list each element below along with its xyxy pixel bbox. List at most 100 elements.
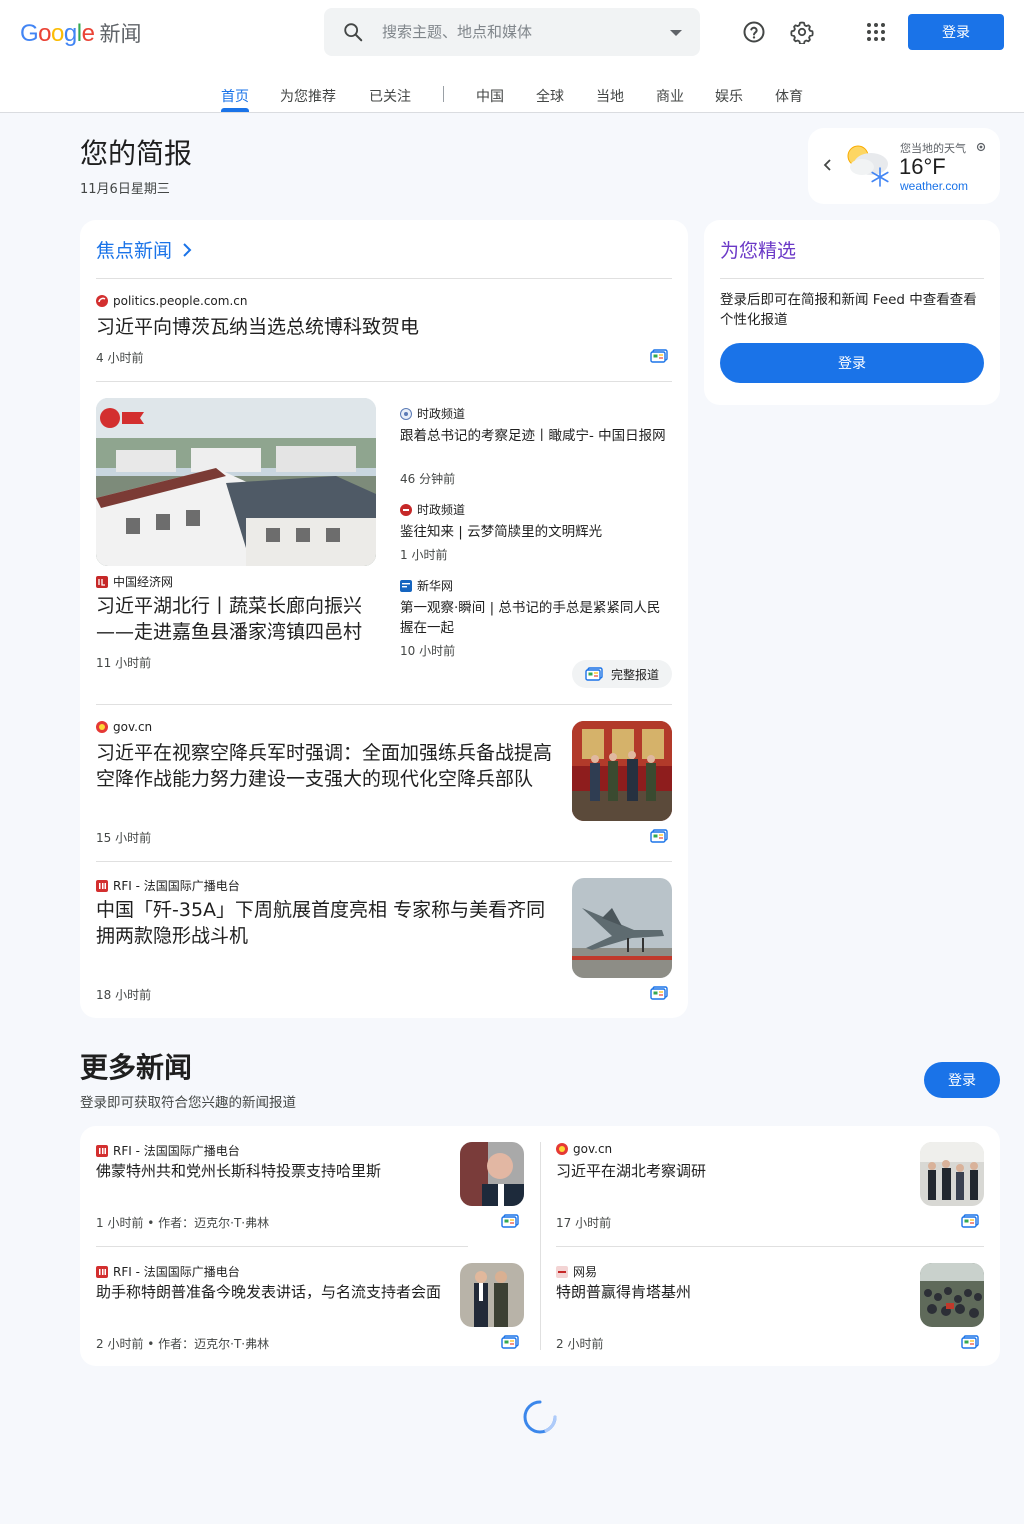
tab-business[interactable]: 商业 bbox=[656, 86, 684, 106]
source-name: 网易 bbox=[573, 1265, 598, 1279]
weather-source-link[interactable]: weather.com bbox=[900, 179, 968, 193]
full-coverage-icon[interactable] bbox=[650, 986, 668, 1000]
column-divider bbox=[540, 1142, 541, 1350]
logo-sub-label: 新闻 bbox=[99, 22, 142, 46]
cctv-red-logo-icon bbox=[400, 503, 412, 516]
article-source: politics.people.com.cn bbox=[96, 294, 247, 308]
picks-sign-in-button[interactable]: 登录 bbox=[720, 343, 984, 383]
article-time: 1 小时前 • 作者：迈克尔·T·弗林 bbox=[96, 1216, 270, 1230]
article-time: 18 小时前 bbox=[96, 988, 152, 1002]
more-news-sign-in-button[interactable]: 登录 bbox=[924, 1062, 1000, 1098]
picks-title: 为您精选 bbox=[720, 240, 797, 262]
tab-separator bbox=[443, 86, 444, 102]
search-dropdown-icon[interactable] bbox=[670, 30, 682, 36]
article-image[interactable] bbox=[572, 878, 672, 978]
article-headline[interactable]: 习近平湖北行丨蔬菜长廊向振兴——走进嘉鱼县潘家湾镇四邑村 bbox=[96, 593, 380, 645]
article-source: gov.cn bbox=[556, 1142, 612, 1156]
article-time: 15 小时前 bbox=[96, 831, 152, 845]
article-headline[interactable]: 特朗普赢得肯塔基州 bbox=[556, 1282, 906, 1302]
full-coverage-icon[interactable] bbox=[961, 1214, 979, 1228]
full-coverage-icon[interactable] bbox=[961, 1335, 979, 1349]
logo-wordmark: Google bbox=[20, 20, 95, 47]
article-source: 网易 bbox=[556, 1263, 597, 1280]
article-image[interactable] bbox=[572, 721, 672, 821]
divider bbox=[96, 704, 672, 705]
source-name: RFI - 法国国际广播电台 bbox=[113, 1144, 240, 1158]
full-coverage-button[interactable]: 完整报道 bbox=[572, 660, 672, 688]
more-news-subtitle: 登录即可获取符合您兴趣的新闻报道 bbox=[80, 1095, 296, 1111]
settings-icon[interactable] bbox=[790, 20, 814, 44]
article-image[interactable] bbox=[96, 398, 376, 566]
article-headline[interactable]: 第一观察·瞬间 | 总书记的手总是紧紧同人民握在一起 bbox=[400, 598, 670, 638]
location-icon bbox=[976, 142, 986, 152]
top-stories-card: 焦点新闻 politics.people.com.cn 习近平向博茨瓦纳当选总统… bbox=[80, 220, 688, 1018]
article-time: 11 小时前 bbox=[96, 656, 152, 670]
top-app-bar: Google 新闻 登录 首页 为您推荐 已关注 中国 全球 当地 商业 娱乐 … bbox=[0, 0, 1024, 113]
source-name: RFI - 法国国际广播电台 bbox=[113, 879, 240, 893]
divider bbox=[720, 278, 984, 279]
article-headline[interactable]: 助手称特朗普准备今晚发表讲话，与名流支持者会面 bbox=[96, 1282, 446, 1302]
rfi-logo-icon bbox=[96, 1265, 108, 1278]
divider bbox=[96, 1246, 468, 1247]
tab-china[interactable]: 中国 bbox=[476, 86, 504, 106]
full-coverage-icon bbox=[585, 667, 603, 681]
loading-spinner-icon bbox=[523, 1400, 557, 1434]
tab-following[interactable]: 已关注 bbox=[369, 86, 411, 106]
article-time: 46 分钟前 bbox=[400, 472, 456, 486]
article-headline[interactable]: 习近平在湖北考察调研 bbox=[556, 1161, 906, 1181]
article-time: 4 小时前 bbox=[96, 351, 144, 365]
divider bbox=[556, 1246, 984, 1247]
search-input[interactable] bbox=[382, 20, 652, 44]
tab-sports[interactable]: 体育 bbox=[775, 86, 803, 106]
rfi-logo-icon bbox=[96, 879, 108, 892]
source-name: politics.people.com.cn bbox=[113, 294, 248, 308]
section-tabs: 首页 为您推荐 已关注 中国 全球 当地 商业 娱乐 体育 bbox=[0, 76, 1024, 112]
source-name: gov.cn bbox=[573, 1142, 613, 1156]
article-image[interactable] bbox=[920, 1263, 984, 1327]
weather-temperature: 16°F bbox=[899, 154, 946, 179]
gov-cn-emblem-icon bbox=[556, 1143, 568, 1155]
article-headline[interactable]: 中国「歼-35A」下周航展首度亮相 专家称与美看齐同拥两款隐形战斗机 bbox=[96, 897, 562, 949]
full-coverage-icon[interactable] bbox=[650, 829, 668, 843]
tab-home[interactable]: 首页 bbox=[221, 86, 249, 106]
tab-world[interactable]: 全球 bbox=[536, 86, 564, 106]
source-name: 新华网 bbox=[417, 579, 454, 593]
tab-entertainment[interactable]: 娱乐 bbox=[715, 86, 743, 106]
google-news-logo[interactable]: Google 新闻 bbox=[20, 18, 141, 48]
article-headline[interactable]: 鉴往知来 | 云梦简牍里的文明辉光 bbox=[400, 522, 670, 542]
article-headline[interactable]: 习近平向博茨瓦纳当选总统博科致贺电 bbox=[96, 314, 656, 340]
search-icon[interactable] bbox=[342, 21, 364, 43]
article-image[interactable] bbox=[460, 1142, 524, 1206]
article-image[interactable] bbox=[460, 1263, 524, 1327]
article-time: 1 小时前 bbox=[400, 548, 448, 562]
picks-for-you-card: 为您精选 登录后即可在简报和新闻 Feed 中查看查看个性化报道 登录 bbox=[704, 220, 1000, 405]
divider bbox=[96, 381, 672, 382]
tab-local[interactable]: 当地 bbox=[596, 86, 624, 106]
full-coverage-icon[interactable] bbox=[501, 1214, 519, 1228]
sign-in-button[interactable]: 登录 bbox=[908, 14, 1004, 50]
article-headline[interactable]: 跟着总书记的考察足迹丨瞰咸宁- 中国日报网 bbox=[400, 426, 670, 446]
top-stories-link[interactable]: 焦点新闻 bbox=[96, 236, 192, 263]
full-coverage-icon[interactable] bbox=[501, 1335, 519, 1349]
article-headline[interactable]: 佛蒙特州共和党州长斯科特投票支持哈里斯 bbox=[96, 1161, 446, 1181]
apps-icon[interactable] bbox=[864, 20, 888, 44]
page-title: 您的简报 bbox=[80, 137, 193, 170]
article-source: RFI - 法国国际广播电台 bbox=[96, 1142, 240, 1159]
tab-for-you[interactable]: 为您推荐 bbox=[280, 86, 336, 106]
top-stories-label: 焦点新闻 bbox=[96, 240, 173, 262]
help-icon[interactable] bbox=[742, 20, 766, 44]
article-source: 时政频道 bbox=[400, 501, 465, 518]
source-name: 时政频道 bbox=[417, 503, 466, 517]
source-name: 中国经济网 bbox=[113, 575, 174, 589]
chevron-left-icon[interactable] bbox=[822, 158, 832, 172]
article-headline[interactable]: 习近平在视察空降兵军时强调：全面加强练兵备战提高空降作战能力努力建设一支强大的现… bbox=[96, 740, 562, 792]
full-coverage-icon[interactable] bbox=[650, 349, 668, 363]
article-time: 2 小时前 bbox=[556, 1337, 604, 1351]
article-source: 新华网 bbox=[400, 577, 453, 594]
weather-widget[interactable]: 您当地的天气 16°F weather.com bbox=[808, 128, 1000, 204]
article-time: 17 小时前 bbox=[556, 1216, 612, 1230]
more-news-card: RFI - 法国国际广播电台 佛蒙特州共和党州长斯科特投票支持哈里斯 1 小时前… bbox=[80, 1126, 1000, 1366]
article-image[interactable] bbox=[920, 1142, 984, 1206]
search-bar[interactable] bbox=[324, 8, 700, 56]
article-source: gov.cn bbox=[96, 720, 152, 734]
